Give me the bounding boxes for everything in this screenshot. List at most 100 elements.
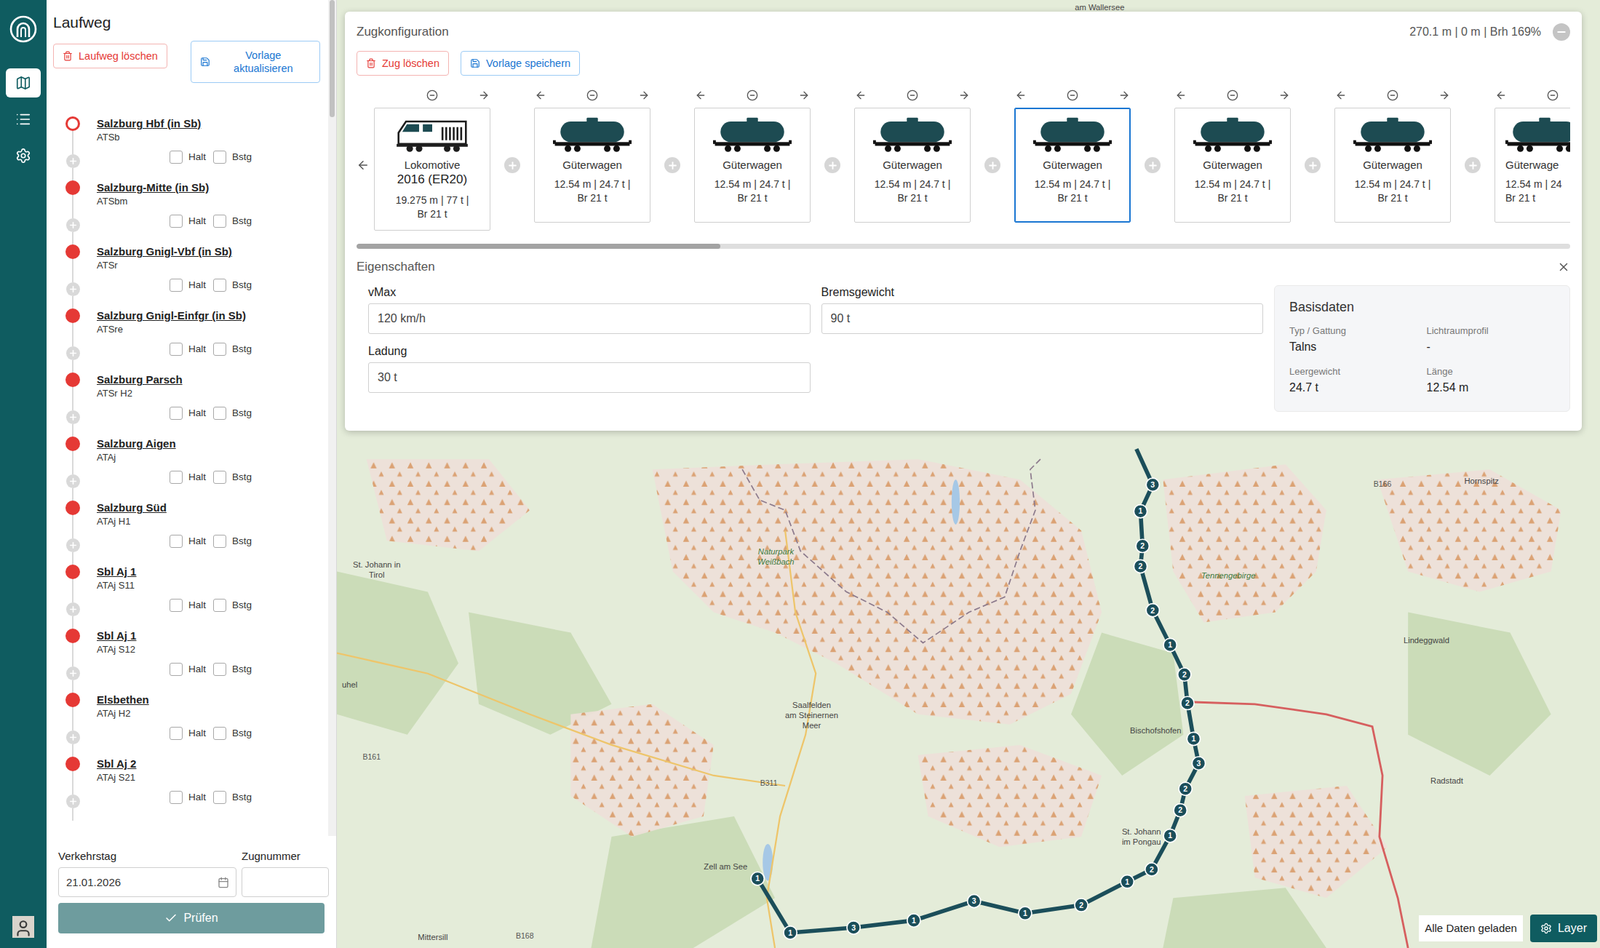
route-node[interactable]: 2 bbox=[1173, 804, 1187, 818]
route-node[interactable]: 2 bbox=[1180, 696, 1194, 710]
station-checkbox[interactable]: Halt bbox=[169, 213, 206, 229]
station-name[interactable]: Sbl Aj 1 bbox=[96, 628, 329, 644]
route-node[interactable]: 2 bbox=[1178, 782, 1192, 796]
station-checkbox[interactable]: Halt bbox=[169, 341, 206, 357]
insert-vehicle-button[interactable] bbox=[1144, 157, 1161, 174]
insert-station-button[interactable] bbox=[66, 794, 81, 809]
station-checkbox[interactable]: Bstg bbox=[213, 277, 252, 293]
checkbox-box[interactable] bbox=[169, 342, 183, 356]
station-name[interactable]: Sbl Aj 2 bbox=[96, 756, 329, 772]
insert-vehicle-button[interactable] bbox=[664, 157, 681, 174]
route-node[interactable]: 1 bbox=[907, 913, 921, 927]
route-node[interactable]: 1 bbox=[1163, 829, 1177, 843]
station-name[interactable]: Elsbethen bbox=[96, 692, 329, 708]
route-node[interactable]: 2 bbox=[1145, 603, 1160, 618]
move-right-button[interactable] bbox=[1277, 89, 1291, 102]
station-checkbox[interactable]: Halt bbox=[169, 534, 206, 549]
checkbox-box[interactable] bbox=[213, 534, 227, 548]
save-template-button[interactable]: Vorlage speichern bbox=[460, 50, 580, 76]
collapse-button[interactable] bbox=[1552, 23, 1571, 41]
checkbox-box[interactable] bbox=[213, 790, 227, 805]
route-node[interactable]: 1 bbox=[1018, 906, 1032, 920]
remove-vehicle-button[interactable] bbox=[1546, 89, 1560, 102]
insert-station-button[interactable] bbox=[66, 218, 81, 233]
station-checkbox[interactable]: Bstg bbox=[213, 149, 252, 165]
scrollbar-thumb[interactable] bbox=[329, 0, 335, 118]
vehicle-card[interactable]: Güterwagen12.54 m | 24.7 t |Br 21 t bbox=[534, 107, 651, 223]
checkbox-box[interactable] bbox=[169, 278, 183, 292]
carousel-scrollbar[interactable] bbox=[356, 243, 1571, 249]
checkbox-box[interactable] bbox=[169, 726, 183, 740]
remove-vehicle-button[interactable] bbox=[1226, 89, 1240, 102]
calendar-icon[interactable] bbox=[217, 876, 230, 889]
station-checkbox[interactable]: Halt bbox=[169, 470, 206, 485]
property-input[interactable] bbox=[368, 362, 811, 393]
checkbox-box[interactable] bbox=[169, 214, 183, 228]
insert-station-button[interactable] bbox=[66, 410, 81, 425]
station-name[interactable]: Salzburg-Mitte (in Sb) bbox=[96, 180, 329, 195]
check-button[interactable]: Prüfen bbox=[58, 902, 325, 934]
date-input[interactable] bbox=[58, 867, 237, 898]
insert-station-button[interactable] bbox=[66, 474, 81, 489]
checkbox-box[interactable] bbox=[213, 342, 227, 356]
move-left-button[interactable] bbox=[694, 89, 708, 102]
route-node[interactable]: 1 bbox=[1186, 731, 1200, 746]
move-right-button[interactable] bbox=[1117, 89, 1131, 102]
rail-item[interactable] bbox=[5, 104, 41, 134]
remove-vehicle-button[interactable] bbox=[425, 89, 439, 102]
station-checkbox[interactable]: Bstg bbox=[213, 213, 252, 229]
vehicle-card[interactable]: Güterwagen12.54 m | 24.7 t |Br 21 t bbox=[854, 107, 971, 223]
move-left-button[interactable] bbox=[1014, 89, 1028, 102]
route-node[interactable]: 1 bbox=[750, 872, 764, 886]
route-node[interactable]: 2 bbox=[1177, 667, 1192, 682]
insert-station-button[interactable] bbox=[66, 538, 81, 553]
update-template-button[interactable]: Vorlage aktualisieren bbox=[190, 40, 321, 83]
station-checkbox[interactable]: Halt bbox=[169, 277, 206, 293]
vehicle-card[interactable]: Güterwagen12.54 m | 24.7 t |Br 21 t bbox=[1174, 107, 1291, 223]
station-checkbox[interactable]: Bstg bbox=[213, 406, 252, 421]
checkbox-box[interactable] bbox=[213, 662, 227, 676]
route-node[interactable]: 1 bbox=[1133, 504, 1147, 519]
station-checkbox[interactable]: Halt bbox=[169, 790, 206, 805]
vehicle-card[interactable]: Güterwagen12.54 m | 24.7 t |Br 21 t bbox=[1014, 107, 1131, 223]
train-number-input[interactable] bbox=[241, 867, 329, 898]
insert-station-button[interactable] bbox=[66, 602, 81, 617]
station-name[interactable]: Salzburg Gnigl-Vbf (in Sb) bbox=[96, 244, 329, 260]
station-checkbox[interactable]: Bstg bbox=[213, 790, 252, 805]
station-checkbox[interactable]: Bstg bbox=[213, 726, 252, 741]
insert-vehicle-button[interactable] bbox=[824, 157, 841, 174]
move-left-button[interactable] bbox=[1334, 89, 1348, 102]
remove-vehicle-button[interactable] bbox=[905, 89, 919, 102]
station-checkbox[interactable]: Bstg bbox=[213, 598, 252, 613]
checkbox-box[interactable] bbox=[213, 470, 227, 484]
station-checkbox[interactable]: Bstg bbox=[213, 470, 252, 485]
remove-vehicle-button[interactable] bbox=[1386, 89, 1400, 102]
move-left-button[interactable] bbox=[854, 89, 868, 102]
insert-vehicle-button[interactable] bbox=[1464, 157, 1481, 174]
route-node[interactable]: 2 bbox=[1135, 539, 1149, 553]
checkbox-box[interactable] bbox=[169, 470, 183, 484]
insert-vehicle-button[interactable] bbox=[984, 157, 1001, 174]
delete-train-button[interactable]: Zug löschen bbox=[356, 50, 449, 76]
insert-vehicle-button[interactable] bbox=[504, 157, 521, 174]
route-node[interactable]: 1 bbox=[1120, 875, 1134, 889]
checkbox-box[interactable] bbox=[169, 662, 183, 676]
delete-route-button[interactable]: Laufweg löschen bbox=[53, 43, 168, 69]
route-node[interactable]: 2 bbox=[1145, 862, 1159, 877]
station-name[interactable]: Sbl Aj 1 bbox=[96, 564, 329, 580]
remove-vehicle-button[interactable] bbox=[1065, 89, 1080, 102]
checkbox-box[interactable] bbox=[169, 534, 183, 548]
checkbox-box[interactable] bbox=[213, 214, 227, 228]
move-left-button[interactable] bbox=[1174, 89, 1188, 102]
checkbox-box[interactable] bbox=[169, 790, 183, 805]
checkbox-box[interactable] bbox=[169, 406, 183, 420]
checkbox-box[interactable] bbox=[213, 598, 227, 612]
checkbox-box[interactable] bbox=[169, 598, 183, 612]
insert-station-button[interactable] bbox=[66, 154, 81, 169]
station-name[interactable]: Salzburg Aigen bbox=[96, 436, 329, 452]
carousel-prev-button[interactable] bbox=[356, 87, 374, 172]
insert-station-button[interactable] bbox=[66, 730, 81, 745]
move-right-button[interactable] bbox=[957, 89, 971, 102]
route-node[interactable]: 1 bbox=[1163, 638, 1177, 652]
scrollbar-thumb[interactable] bbox=[356, 243, 721, 249]
